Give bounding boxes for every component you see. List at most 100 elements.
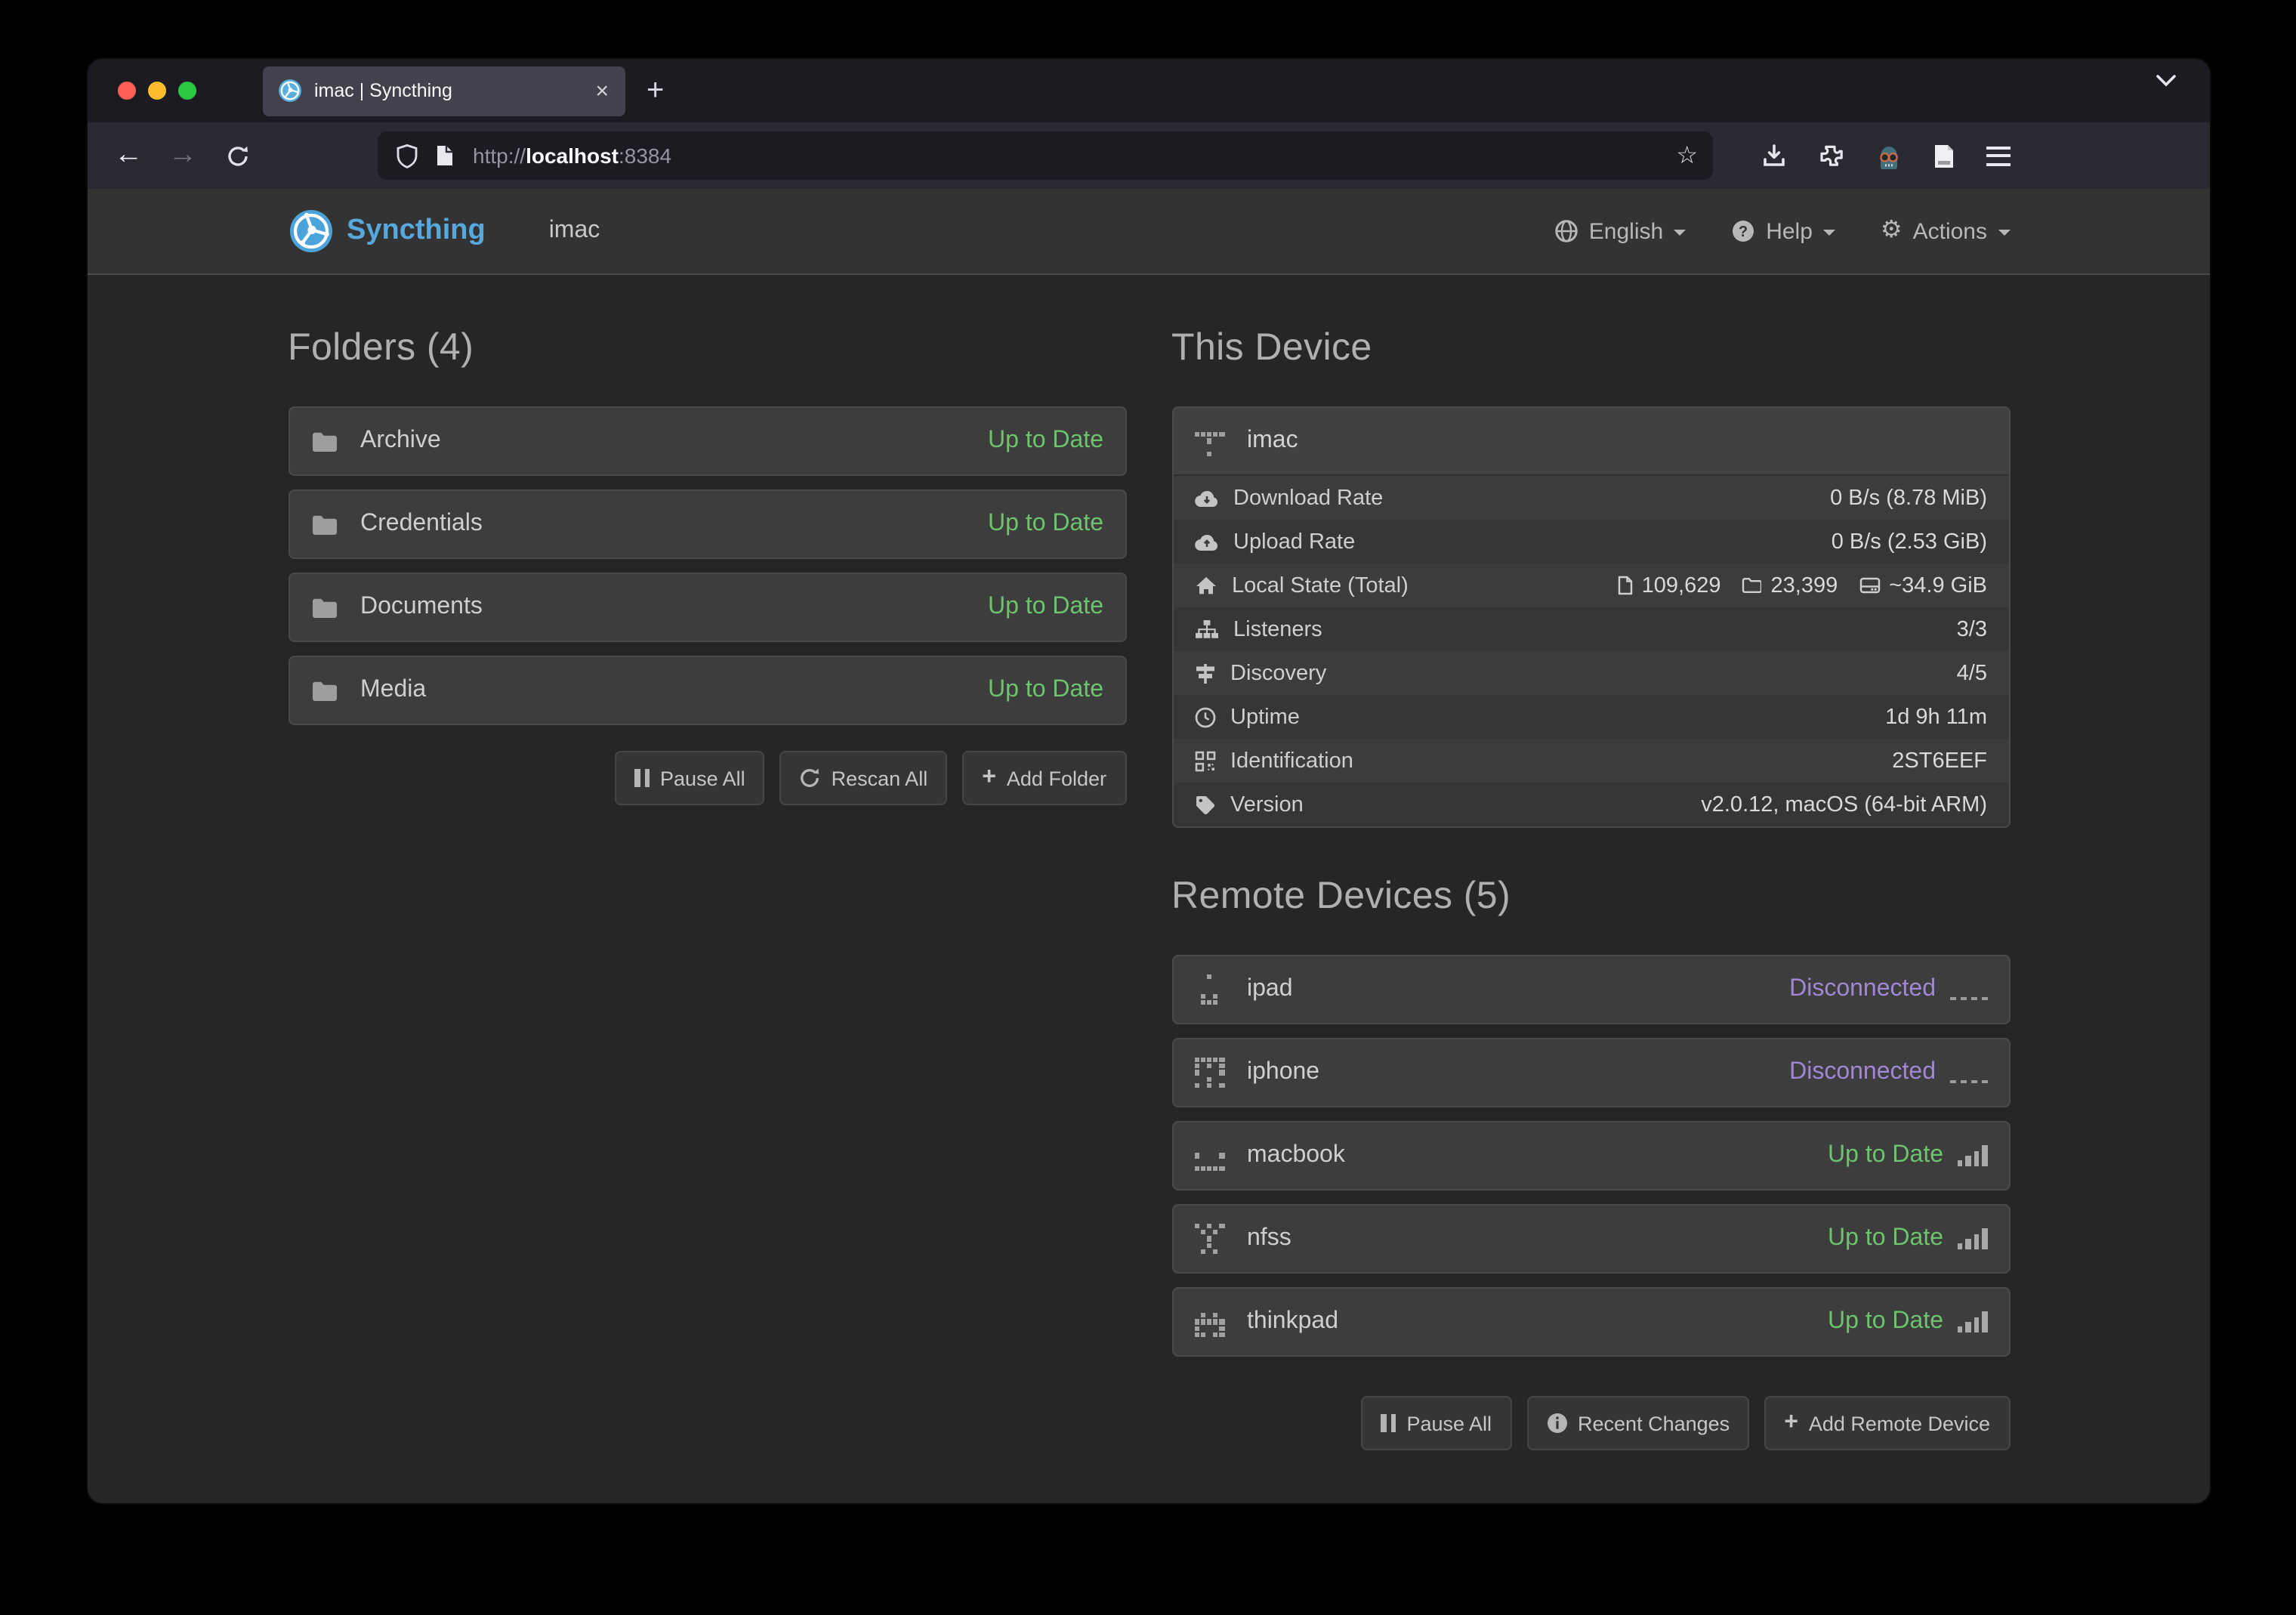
bookmark-star-icon[interactable]: ☆ xyxy=(1676,141,1698,171)
signpost-icon xyxy=(1194,662,1215,684)
stat-label: Upload Rate xyxy=(1233,530,1355,554)
gear-icon: ⚙ xyxy=(1881,219,1903,243)
cloud-upload-icon xyxy=(1194,533,1218,551)
folder-status: Up to Date xyxy=(988,594,1103,621)
back-button[interactable]: ← xyxy=(106,133,151,178)
device-row-thinkpad[interactable]: thinkpad Up to Date xyxy=(1171,1287,2010,1357)
stat-label: Version xyxy=(1230,792,1304,817)
language-menu[interactable]: English xyxy=(1554,218,1686,244)
stat-row-discovery: Discovery 4/5 xyxy=(1173,651,2008,695)
browser-tab[interactable]: imac | Syncthing × xyxy=(263,66,625,116)
device-identicon xyxy=(1194,1224,1224,1254)
extensions-puzzle-icon[interactable] xyxy=(1819,143,1844,168)
folder-icon xyxy=(310,430,338,452)
tab-close-icon[interactable]: × xyxy=(591,78,613,103)
device-status: Up to Date xyxy=(1828,1225,1943,1252)
page-permissions-icon[interactable] xyxy=(435,144,455,168)
device-status: Disconnected xyxy=(1789,1059,1936,1086)
device-identicon xyxy=(1194,426,1224,456)
device-name: thinkpad xyxy=(1247,1308,1338,1336)
add-remote-device-button[interactable]: + Add Remote Device xyxy=(1764,1396,2010,1450)
url-bar[interactable]: http://localhost:8384 ☆ xyxy=(378,131,1713,180)
folder-name: Credentials xyxy=(360,511,483,538)
device-name: ipad xyxy=(1247,976,1293,1003)
size-value: ~34.9 GiB xyxy=(1889,573,1987,598)
device-row-iphone[interactable]: iphone Disconnected xyxy=(1171,1038,2010,1107)
this-device-stats: Download Rate 0 B/s (8.78 MiB) Upload Ra… xyxy=(1173,476,2008,826)
url-scheme: http:// xyxy=(473,144,526,168)
folder-row-credentials[interactable]: Credentials Up to Date xyxy=(288,489,1126,559)
folders-column: Folders (4) Archive Up to Date Credentia… xyxy=(288,275,1126,1450)
folder-row-media[interactable]: Media Up to Date xyxy=(288,656,1126,725)
tag-icon xyxy=(1194,794,1215,815)
globe-icon xyxy=(1554,219,1578,243)
folders-count: 23,399 xyxy=(1771,573,1838,598)
caret-down-icon xyxy=(1823,230,1835,236)
stat-label: Listeners xyxy=(1233,617,1322,641)
forward-button[interactable]: → xyxy=(160,133,205,178)
rescan-refresh-icon xyxy=(800,767,821,789)
listeners-value[interactable]: 3/3 xyxy=(1957,617,1987,641)
signal-none-icon xyxy=(1949,1062,1987,1083)
reload-button[interactable] xyxy=(214,133,260,178)
minimize-window-button[interactable] xyxy=(148,82,166,100)
recent-changes-label: Recent Changes xyxy=(1578,1412,1730,1434)
device-row-nfss[interactable]: nfss Up to Date xyxy=(1171,1204,2010,1274)
zoom-window-button[interactable] xyxy=(178,82,196,100)
local-state-files: 109,629 xyxy=(1618,573,1721,598)
actions-menu[interactable]: ⚙ Actions xyxy=(1881,218,2010,244)
this-device-header[interactable]: imac xyxy=(1173,408,2008,476)
pause-icon xyxy=(1381,1414,1396,1432)
pause-icon xyxy=(634,769,650,787)
window-controls xyxy=(88,82,224,100)
identification-link[interactable]: 2ST6EEF xyxy=(1892,749,1987,773)
device-name: nfss xyxy=(1247,1225,1292,1252)
signal-none-icon xyxy=(1949,979,1987,1000)
new-tab-button[interactable]: + xyxy=(647,76,664,106)
local-state-size: ~34.9 GiB xyxy=(1859,573,1987,598)
add-folder-button[interactable]: + Add Folder xyxy=(962,751,1126,805)
rescan-all-button[interactable]: Rescan All xyxy=(780,751,948,805)
pause-all-label: Pause All xyxy=(1406,1412,1492,1434)
qr-code-icon xyxy=(1194,750,1215,771)
stat-label: Uptime xyxy=(1230,705,1300,729)
folder-name: Archive xyxy=(360,428,441,455)
discovery-value[interactable]: 4/5 xyxy=(1957,661,1987,685)
stat-row-local-state: Local State (Total) 109,629 23,399 xyxy=(1173,564,2008,607)
browser-window: imac | Syncthing × + ← → http://localhos… xyxy=(88,59,2210,1503)
folder-status: Up to Date xyxy=(988,428,1103,455)
cloud-download-icon xyxy=(1194,489,1218,507)
clock-icon xyxy=(1194,706,1215,727)
pause-all-folders-button[interactable]: Pause All xyxy=(615,751,765,805)
caret-down-icon xyxy=(1674,230,1686,236)
local-state-folders: 23,399 xyxy=(1742,573,1838,598)
folder-icon xyxy=(310,679,338,702)
downloads-icon[interactable] xyxy=(1761,144,1787,168)
device-row-ipad[interactable]: ipad Disconnected xyxy=(1171,955,2010,1024)
help-menu[interactable]: ? Help xyxy=(1731,218,1835,244)
syncthing-brand[interactable]: Syncthing xyxy=(288,208,486,254)
navbar-menus: English ? Help ⚙ Actions xyxy=(1554,218,2010,244)
hard-drive-icon xyxy=(1859,577,1880,594)
folder-row-archive[interactable]: Archive Up to Date xyxy=(288,406,1126,476)
recent-changes-button[interactable]: Recent Changes xyxy=(1526,1396,1749,1450)
device-identicon xyxy=(1194,974,1224,1005)
menu-hamburger-icon[interactable] xyxy=(1986,146,2011,165)
close-window-button[interactable] xyxy=(118,82,136,100)
list-all-tabs-chevron-icon[interactable] xyxy=(2156,74,2177,88)
extension-robot-icon[interactable] xyxy=(1876,143,1902,168)
sitemap-icon xyxy=(1194,619,1218,639)
folder-name: Media xyxy=(360,677,426,704)
shield-icon[interactable] xyxy=(396,143,418,168)
stat-row-upload-rate: Upload Rate 0 B/s (2.53 GiB) xyxy=(1173,520,2008,564)
pause-all-devices-button[interactable]: Pause All xyxy=(1361,1396,1511,1450)
device-row-macbook[interactable]: macbook Up to Date xyxy=(1171,1121,2010,1190)
tab-strip: imac | Syncthing × + xyxy=(88,59,2210,122)
url-host: localhost xyxy=(526,144,619,168)
pause-all-label: Pause All xyxy=(660,767,745,789)
folder-row-documents[interactable]: Documents Up to Date xyxy=(288,573,1126,642)
this-device-name: imac xyxy=(1247,428,1298,455)
reader-document-icon[interactable] xyxy=(1933,143,1955,168)
language-menu-label: English xyxy=(1589,218,1663,244)
signal-strength-icon xyxy=(1957,1228,1987,1249)
